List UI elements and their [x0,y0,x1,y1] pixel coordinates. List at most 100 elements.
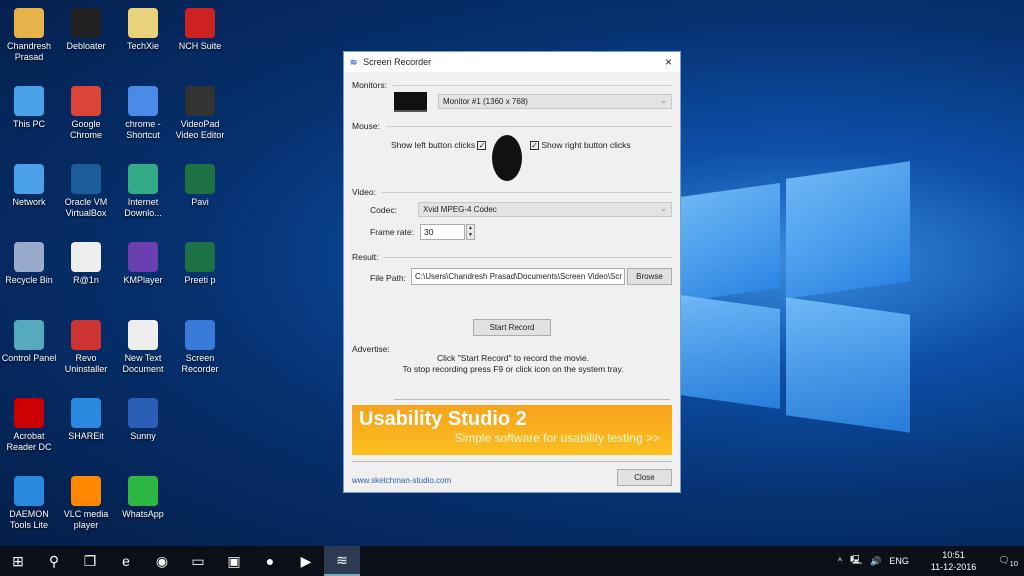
desktop-icon[interactable]: Network [0,164,58,208]
app-icon [71,8,101,38]
right-clicks-option[interactable]: ✓ Show right button clicks [530,140,631,151]
desktop-icon[interactable]: New Text Document [114,320,172,375]
store-icon[interactable]: ▣ [216,546,252,576]
close-icon[interactable]: × [665,55,672,69]
media-player-icon[interactable]: ▶ [288,546,324,576]
screen-recorder-icon[interactable]: ≋ [324,546,360,576]
network-icon[interactable]: 🖳 [850,553,862,569]
desktop-icon-label: Screen Recorder [181,353,219,374]
chrome-icon[interactable]: ● [252,546,288,576]
desktop-icon[interactable]: Pavi [171,164,229,208]
desktop-icon[interactable]: Revo Uninstaller [57,320,115,375]
ie-icon[interactable]: ◉ [144,546,180,576]
left-clicks-checkbox[interactable]: ✓ [477,141,487,151]
file-path-input[interactable]: C:\Users\Chandresh Prasad\Documents\Scre… [411,268,625,285]
show-hidden-icons-chevron-icon[interactable]: ^ [838,556,842,566]
desktop-icon[interactable]: NCH Suite [171,8,229,52]
mouse-icon [492,135,522,181]
desktop-icon[interactable]: chrome - Shortcut [114,86,172,141]
start-record-button[interactable]: Start Record [473,319,551,336]
task-view-icon[interactable]: ❐ [72,546,108,576]
notification-icon[interactable]: 🗨10 [998,555,1018,568]
system-tray: ^ 🖳 🔊 ENG 10:51 11-12-2016 🗨10 [838,546,1024,576]
desktop-icon-label: Network [12,197,46,207]
desktop-icon[interactable]: VLC media player [57,476,115,531]
desktop-icon-label: TechXie [126,41,160,51]
desktop-icon[interactable]: TechXie [114,8,172,52]
desktop-icon-label: NCH Suite [178,41,222,51]
desktop-icon-label: Google Chrome [69,119,102,140]
desktop-icon[interactable]: Debloater [57,8,115,52]
close-button[interactable]: Close [617,469,672,486]
desktop-icon[interactable]: DAEMON Tools Lite [0,476,58,531]
desktop-icon-label: Oracle VM VirtualBox [64,197,108,218]
desktop-icon[interactable]: Sunny [114,398,172,442]
app-icon [71,476,101,506]
language-indicator[interactable]: ENG [889,556,909,566]
file-path-value: C:\Users\Chandresh Prasad\Documents\Scre… [415,272,623,281]
desktop-icon[interactable]: WhatsApp [114,476,172,520]
app-icon: ≋ [350,56,358,67]
app-icon [185,320,215,350]
edge-icon[interactable]: e [108,546,144,576]
frame-rate-input[interactable]: 30 [420,224,465,240]
desktop-icon-label: New Text Document [122,353,164,374]
usability-studio-ad-banner[interactable]: Usability Studio 2 Simple software for u… [352,405,672,455]
codec-label: Codec: [370,205,397,215]
result-label: Result: [352,252,379,262]
desktop-icon-label: Debloater [66,41,106,51]
desktop-icon[interactable]: KMPlayer [114,242,172,286]
app-icon [71,242,101,272]
desktop-icon-label: SHAREit [68,431,104,441]
app-icon [71,164,101,194]
app-icon [185,86,215,116]
right-clicks-checkbox[interactable]: ✓ [530,141,539,151]
desktop-icon[interactable]: Recycle Bin [0,242,58,286]
app-icon [128,164,158,194]
browse-button[interactable]: Browse [627,268,672,285]
desktop-icon-label: VLC media player [63,509,109,530]
codec-select[interactable]: Xvid MPEG-4 Codec ⌄ [418,202,672,217]
file-explorer-icon[interactable]: ▭ [180,546,216,576]
app-icon [71,320,101,350]
desktop-icon-label: Revo Uninstaller [64,353,108,374]
volume-icon[interactable]: 🔊 [870,556,881,567]
desktop-icon[interactable]: Chandresh Prasad [0,8,58,63]
app-icon [14,398,44,428]
video-label: Video: [352,187,376,197]
desktop-icon[interactable]: R@1n [57,242,115,286]
desktop-icon-label: R@1n [73,275,99,285]
desktop-icon[interactable]: Oracle VM VirtualBox [57,164,115,219]
desktop-icon[interactable]: Screen Recorder [171,320,229,375]
desktop-icon[interactable]: This PC [0,86,58,130]
desktop-icon[interactable]: Internet Downlo... [114,164,172,219]
left-clicks-option[interactable]: Show left button clicks ✓ [391,140,487,151]
frame-rate-spinner[interactable]: ▲ ▼ [466,224,475,240]
desktop-icon[interactable]: Preeti p [171,242,229,286]
app-icon [128,86,158,116]
desktop-icon-label: Chandresh Prasad [6,41,52,62]
start-icon[interactable]: ⊞ [0,546,36,576]
desktop-icon[interactable]: VideoPad Video Editor [171,86,229,141]
desktop-icon[interactable]: Acrobat Reader DC [0,398,58,453]
desktop-icon[interactable]: Control Panel [0,320,58,364]
desktop-icon[interactable]: Google Chrome [57,86,115,141]
clock[interactable]: 10:51 11-12-2016 [931,549,976,573]
monitor-select[interactable]: Monitor #1 (1360 x 768) ⌄ [438,94,672,109]
app-icon [71,86,101,116]
file-path-label: File Path: [370,273,406,283]
desktop-icon[interactable]: SHAREit [57,398,115,442]
hint-line-2: To stop recording press F9 or click icon… [402,364,624,374]
desktop-icon-label: This PC [12,119,45,129]
desktop-icon-label: Pavi [191,197,209,207]
monitors-label: Monitors: [352,80,387,90]
app-icon [185,8,215,38]
search-icon[interactable]: ⚲ [36,546,72,576]
frame-rate-value: 30 [424,227,434,237]
desktop-icon-label: Preeti p [184,275,216,285]
app-icon [14,86,44,116]
website-link[interactable]: www.sketchman-studio.com [352,476,451,485]
mouse-label: Mouse: [352,121,380,131]
ad-title: Usability Studio 2 [359,408,527,430]
desktop-icon-label: WhatsApp [122,509,164,519]
